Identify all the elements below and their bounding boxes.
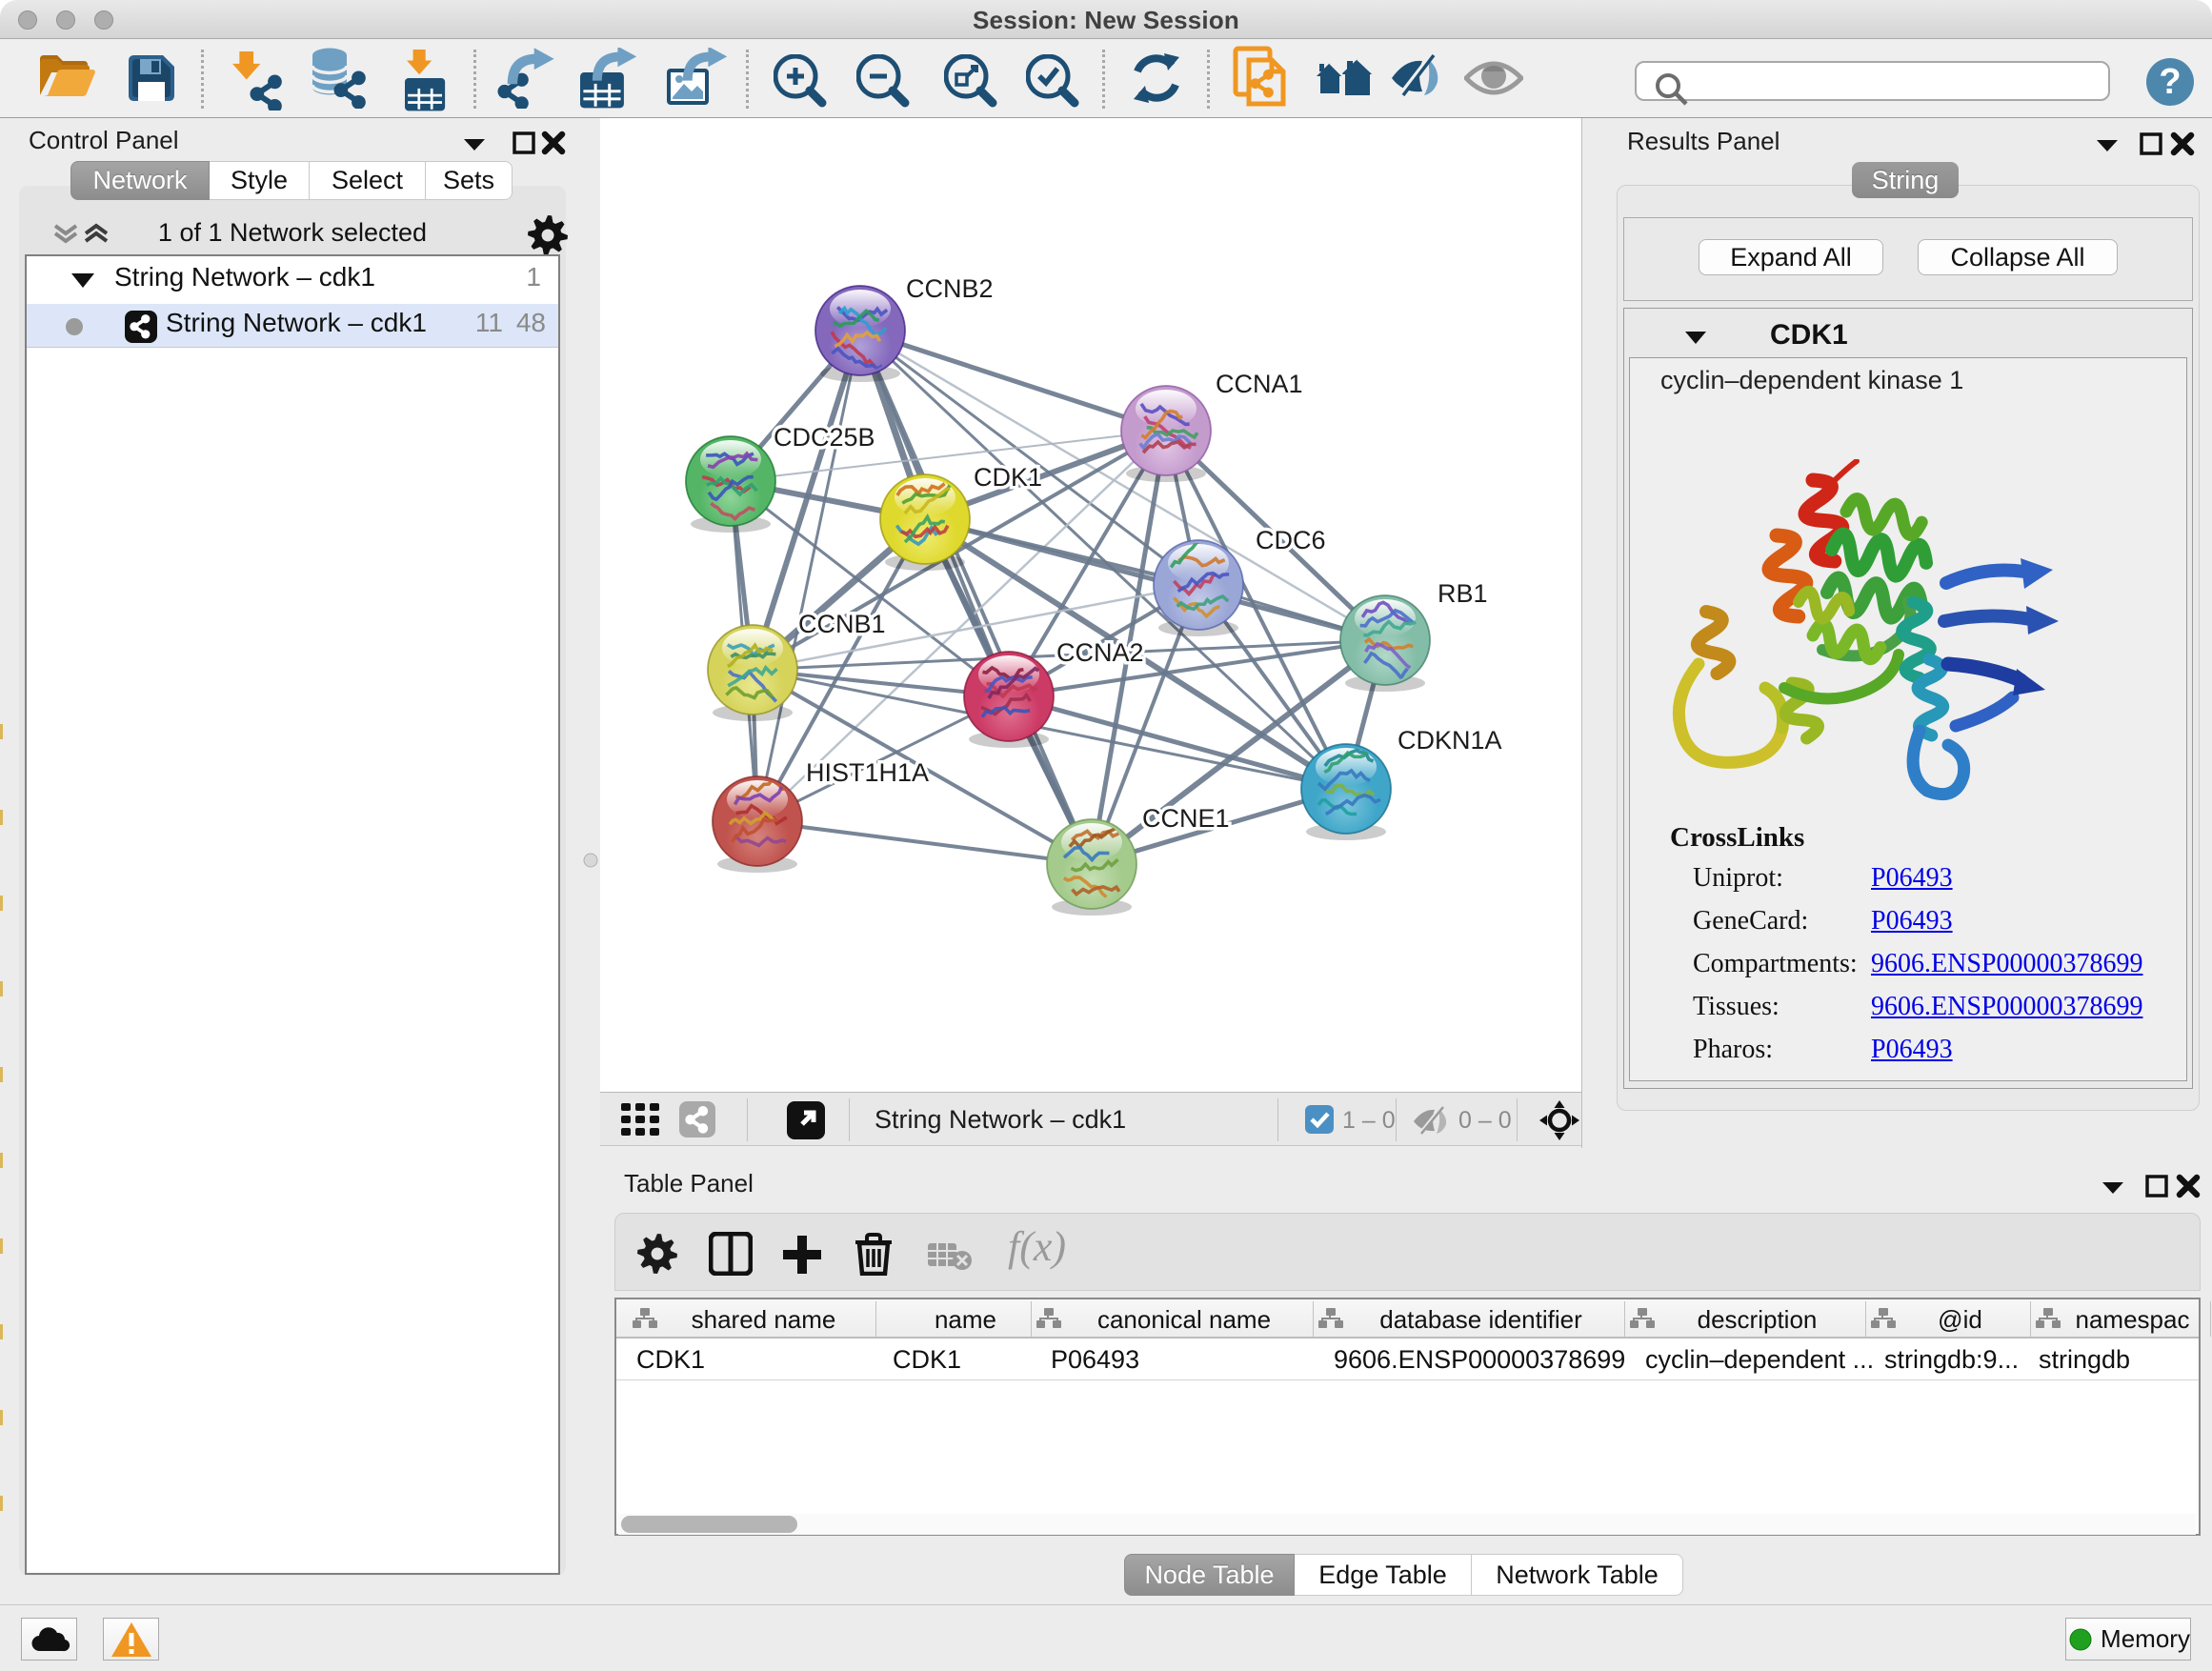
svg-text:CCNA1: CCNA1: [1216, 370, 1303, 398]
svg-text:CDC25B: CDC25B: [774, 423, 875, 452]
svg-text:CCNA2: CCNA2: [1056, 638, 1144, 667]
svg-text:CCNB1: CCNB1: [798, 610, 886, 638]
svg-text:CCNE1: CCNE1: [1142, 804, 1230, 833]
svg-text:CDKN1A: CDKN1A: [1398, 726, 1502, 755]
svg-text:CDC6: CDC6: [1256, 526, 1326, 554]
svg-text:CCNB2: CCNB2: [906, 274, 994, 303]
svg-text:RB1: RB1: [1438, 579, 1488, 608]
svg-text:CDK1: CDK1: [974, 463, 1042, 492]
svg-text:?: ?: [2159, 62, 2181, 102]
svg-text:HIST1H1A: HIST1H1A: [806, 758, 929, 787]
